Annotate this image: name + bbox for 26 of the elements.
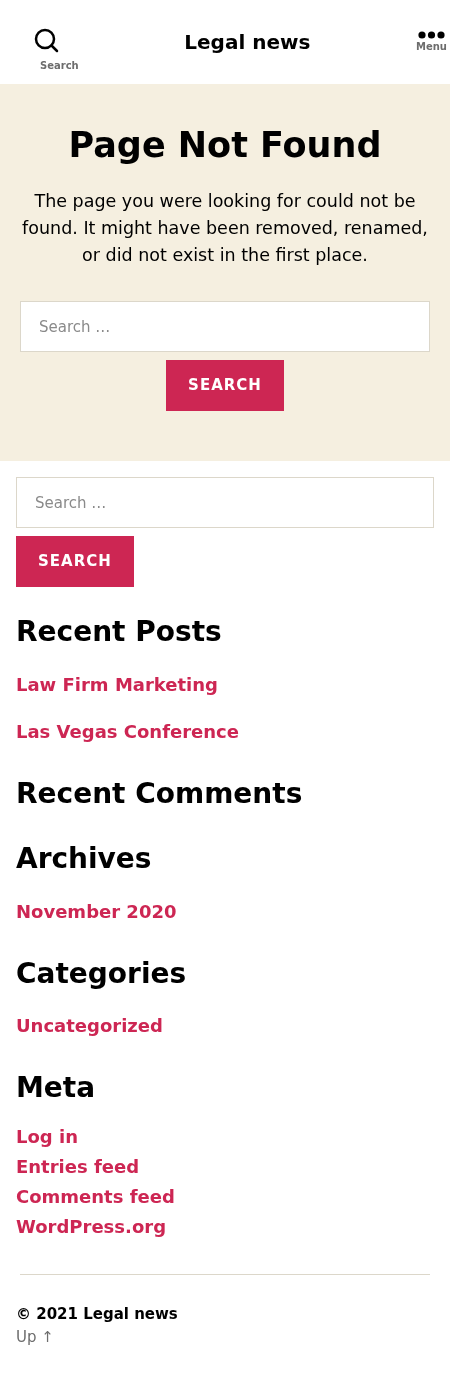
search-field[interactable]: Search …: [20, 301, 430, 352]
error-message: The page you were looking for could not be found. It might have been removed, renamed, or did not exist in the first place.: [21, 190, 429, 267]
widget-link[interactable]: WordPress.org: [16, 1212, 166, 1240]
widget-link[interactable]: November 2020: [16, 897, 177, 925]
widget-title: Recent Posts: [16, 615, 223, 649]
widget-title: Categories: [16, 956, 188, 991]
menu-icon: [418, 30, 445, 39]
widget-link[interactable]: Log in: [16, 1122, 78, 1150]
widget-link[interactable]: Las Vegas Conference: [16, 717, 239, 745]
page-title: Page Not Found: [67, 124, 383, 166]
widget-title: Archives: [16, 842, 153, 876]
back-to-top-link[interactable]: Up ↑: [16, 1328, 54, 1347]
menu-button[interactable]: Menu: [416, 30, 447, 54]
search-icon: [34, 27, 61, 54]
site-title[interactable]: Legal news: [184, 27, 311, 57]
widget-link[interactable]: Law Firm Marketing: [16, 670, 218, 698]
widget-title: Meta: [16, 1071, 97, 1105]
search-field[interactable]: Search …: [16, 477, 434, 528]
copyright-text: © 2021 Legal news: [16, 1303, 179, 1325]
widget-title: Recent Comments: [16, 776, 304, 811]
search-button[interactable]: SEARCH: [16, 536, 134, 587]
search-toggle-label[interactable]: Search: [40, 57, 79, 73]
widget-link[interactable]: Entries feed: [16, 1152, 140, 1180]
search-button[interactable]: SEARCH: [166, 360, 284, 411]
widget-link[interactable]: Comments feed: [16, 1182, 175, 1210]
widget-link[interactable]: Uncategorized: [16, 1012, 163, 1040]
